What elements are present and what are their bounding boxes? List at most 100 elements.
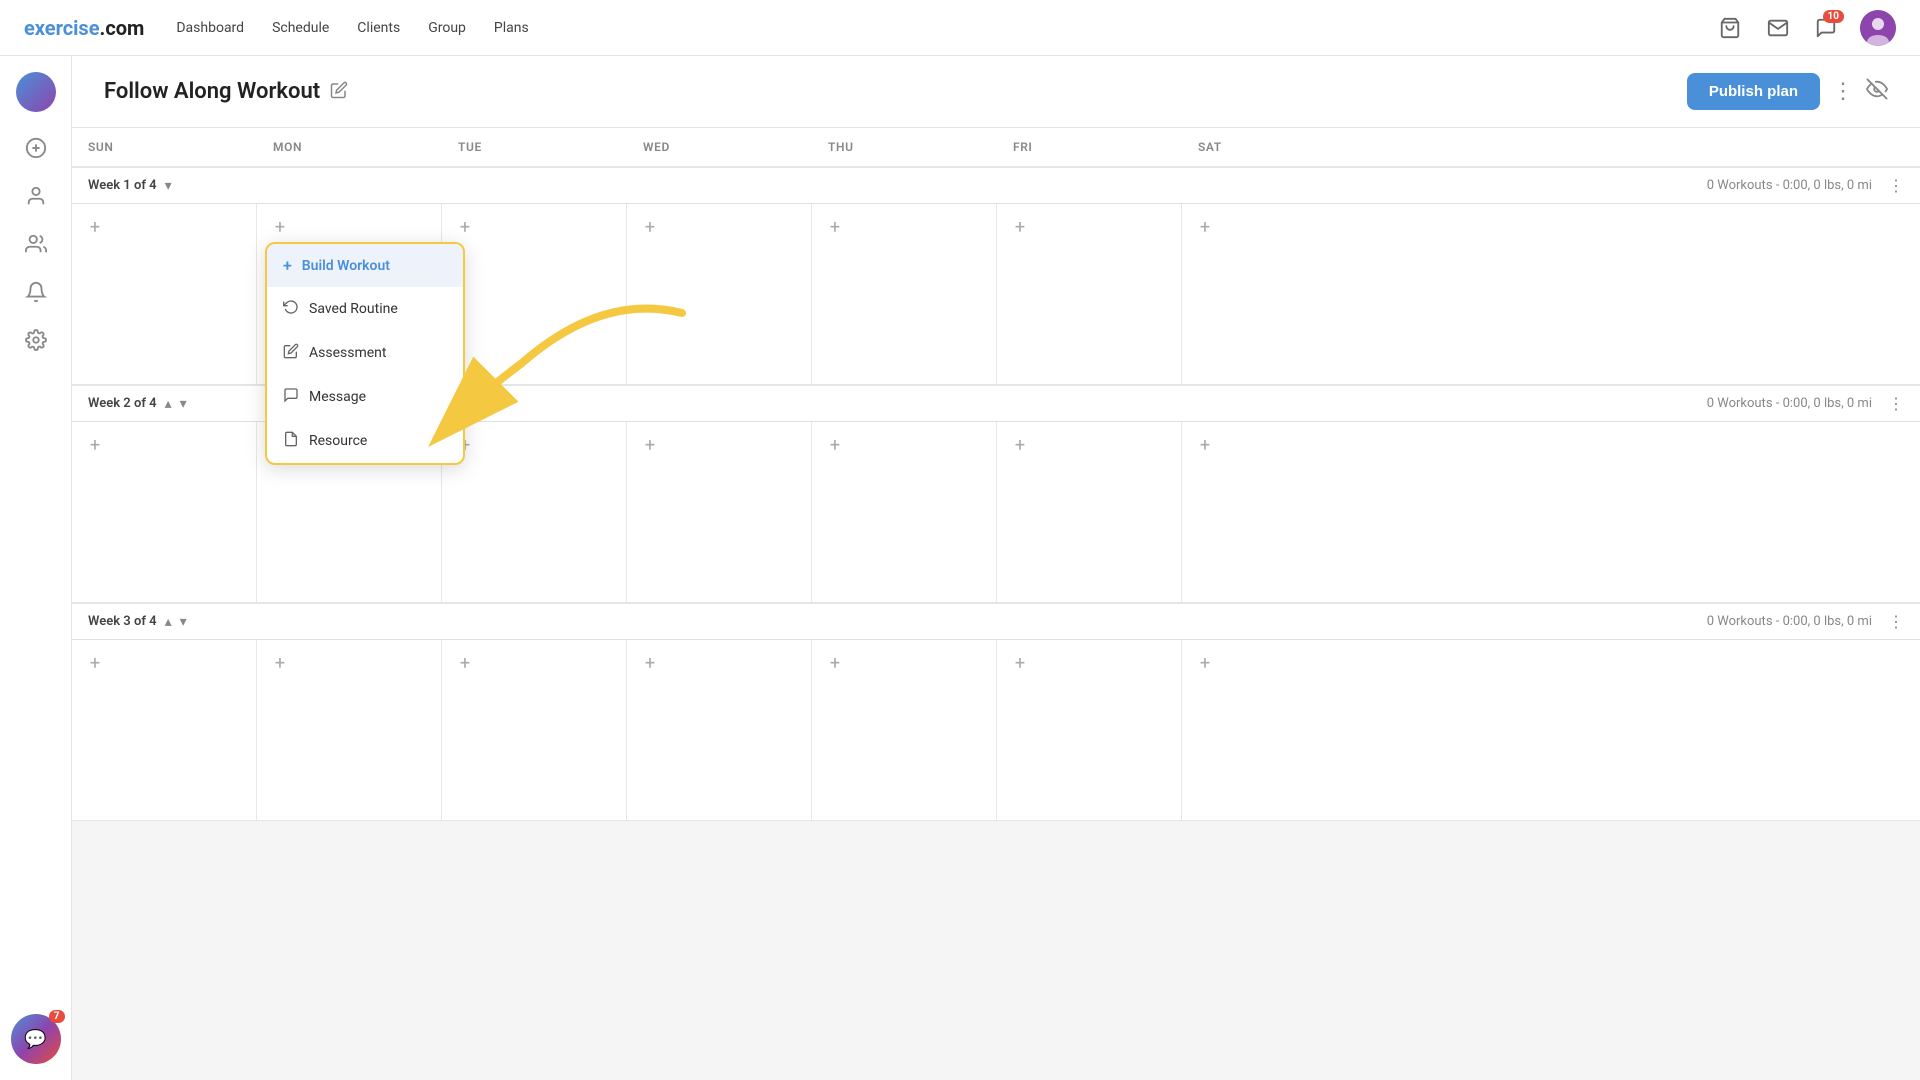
chat-icon[interactable]: 10 — [1812, 14, 1840, 42]
week-2-sat-add-btn[interactable]: + — [1194, 434, 1216, 456]
shopping-bag-icon[interactable] — [1716, 14, 1744, 42]
week-3-wed-add-btn[interactable]: + — [639, 652, 661, 674]
add-workout-dropdown: + Build Workout Saved Routine — [265, 242, 465, 465]
week-1-fri-cell: + — [997, 204, 1182, 384]
user-avatar[interactable] — [1860, 10, 1896, 46]
week-3-label: Week 3 of 4 — [88, 614, 157, 629]
nav-dashboard[interactable]: Dashboard — [176, 20, 244, 36]
week-3-fri-cell: + — [997, 640, 1182, 820]
page-title: Follow Along Workout — [104, 79, 320, 104]
dropdown-build-workout[interactable]: + Build Workout — [267, 244, 463, 287]
week-1-tue-cell: + — [442, 204, 627, 384]
edit-title-icon[interactable] — [330, 81, 348, 103]
week-2-chevron-up[interactable]: ▴ — [165, 396, 172, 412]
week-3-sun-cell: + — [72, 640, 257, 820]
week-2-tue-cell: + — [442, 422, 627, 602]
day-header-sun: SUN — [72, 128, 257, 166]
resource-label: Resource — [309, 433, 367, 449]
dropdown-assessment[interactable]: Assessment — [267, 331, 463, 375]
week-3-mon-cell: + — [257, 640, 442, 820]
week-3-sat-cell: + — [1182, 640, 1367, 820]
assessment-icon — [283, 343, 299, 363]
message-icon — [283, 387, 299, 407]
week-1-more-icon[interactable]: ⋮ — [1888, 176, 1904, 195]
main-layout: 💬 7 Follow Along Workout Publish plan ⋮ — [0, 56, 1920, 1080]
week-1-sat-add-btn[interactable]: + — [1194, 216, 1216, 238]
week-3-fri-add-btn[interactable]: + — [1009, 652, 1031, 674]
nav-group[interactable]: Group — [428, 20, 466, 36]
week-3-thu-add-btn[interactable]: + — [824, 652, 846, 674]
week-1-sat-cell: + — [1182, 204, 1367, 384]
nav-schedule[interactable]: Schedule — [272, 20, 329, 36]
left-sidebar: 💬 7 — [0, 56, 72, 1080]
build-workout-plus-icon: + — [283, 256, 292, 275]
logo[interactable]: exercise.com — [24, 16, 144, 40]
more-options-icon[interactable]: ⋮ — [1832, 79, 1854, 104]
nav-plans[interactable]: Plans — [494, 20, 529, 36]
sidebar-group-icon[interactable] — [16, 224, 56, 264]
week-1-mon-cell: + + Build Workout — [257, 204, 442, 384]
week-1-mon-add-btn[interactable]: + — [269, 216, 291, 238]
sidebar-settings-icon[interactable] — [16, 320, 56, 360]
saved-routine-icon — [283, 299, 299, 319]
visibility-toggle-icon[interactable] — [1866, 78, 1888, 106]
week-3-sun-add-btn[interactable]: + — [84, 652, 106, 674]
top-nav: exercise.com Dashboard Schedule Clients … — [0, 0, 1920, 56]
saved-routine-label: Saved Routine — [309, 301, 398, 317]
build-workout-label: Build Workout — [302, 258, 390, 274]
day-header-sat: SAT — [1182, 128, 1367, 166]
week-2-thu-add-btn[interactable]: + — [824, 434, 846, 456]
week-2-wed-add-btn[interactable]: + — [639, 434, 661, 456]
week-2-label: Week 2 of 4 — [88, 396, 157, 411]
week-1-wed-cell: + — [627, 204, 812, 384]
week-2-wed-cell: + — [627, 422, 812, 602]
notification-badge: 10 — [1823, 10, 1844, 23]
main-content: Follow Along Workout Publish plan ⋮ SUN … — [72, 56, 1920, 1080]
week-1-label-row: Week 1 of 4 ▾ 0 Workouts - 0:00, 0 lbs, … — [72, 167, 1920, 204]
calendar-header: SUN MON TUE WED THU FRI SAT — [72, 128, 1920, 167]
week-3-label-row: Week 3 of 4 ▴ ▾ 0 Workouts - 0:00, 0 lbs… — [72, 603, 1920, 640]
sidebar-bell-icon[interactable] — [16, 272, 56, 312]
week-1-stats: 0 Workouts - 0:00, 0 lbs, 0 mi — [1707, 178, 1872, 193]
sidebar-logo[interactable] — [16, 72, 56, 112]
week-2-more-icon[interactable]: ⋮ — [1888, 394, 1904, 413]
week-3-tue-add-btn[interactable]: + — [454, 652, 476, 674]
week-3-more-icon[interactable]: ⋮ — [1888, 612, 1904, 631]
week-1-chevron-down[interactable]: ▾ — [165, 178, 172, 194]
week-2-sun-add-btn[interactable]: + — [84, 434, 106, 456]
nav-clients[interactable]: Clients — [357, 20, 400, 36]
day-header-wed: WED — [627, 128, 812, 166]
week-3-section: Week 3 of 4 ▴ ▾ 0 Workouts - 0:00, 0 lbs… — [72, 603, 1920, 821]
week-1-grid: + + + Build Workout — [72, 204, 1920, 385]
message-label: Message — [309, 389, 366, 405]
assessment-label: Assessment — [309, 345, 386, 361]
header-actions: Publish plan ⋮ — [1687, 73, 1888, 110]
nav-right: 10 — [1716, 10, 1896, 46]
day-header-tue: TUE — [442, 128, 627, 166]
week-3-stats: 0 Workouts - 0:00, 0 lbs, 0 mi — [1707, 614, 1872, 629]
week-3-mon-add-btn[interactable]: + — [269, 652, 291, 674]
week-1-thu-cell: + — [812, 204, 997, 384]
week-2-stats: 0 Workouts - 0:00, 0 lbs, 0 mi — [1707, 396, 1872, 411]
dropdown-resource[interactable]: Resource — [267, 419, 463, 463]
dropdown-saved-routine[interactable]: Saved Routine — [267, 287, 463, 331]
mail-icon[interactable] — [1764, 14, 1792, 42]
week-3-sat-add-btn[interactable]: + — [1194, 652, 1216, 674]
week-1-thu-add-btn[interactable]: + — [824, 216, 846, 238]
resource-icon — [283, 431, 299, 451]
week-1-fri-add-btn[interactable]: + — [1009, 216, 1031, 238]
week-1-tue-add-btn[interactable]: + — [454, 216, 476, 238]
week-3-chevron-down[interactable]: ▾ — [180, 614, 187, 630]
week-1-wed-add-btn[interactable]: + — [639, 216, 661, 238]
publish-plan-button[interactable]: Publish plan — [1687, 73, 1820, 110]
week-3-chevron-up[interactable]: ▴ — [165, 614, 172, 630]
sidebar-dollar-icon[interactable] — [16, 128, 56, 168]
week-2-chevron-down[interactable]: ▾ — [180, 396, 187, 412]
day-header-mon: MON — [257, 128, 442, 166]
nav-links: Dashboard Schedule Clients Group Plans — [176, 20, 528, 36]
sidebar-person-icon[interactable] — [16, 176, 56, 216]
week-3-wed-cell: + — [627, 640, 812, 820]
week-2-fri-add-btn[interactable]: + — [1009, 434, 1031, 456]
dropdown-message[interactable]: Message — [267, 375, 463, 419]
week-1-sun-add-btn[interactable]: + — [84, 216, 106, 238]
